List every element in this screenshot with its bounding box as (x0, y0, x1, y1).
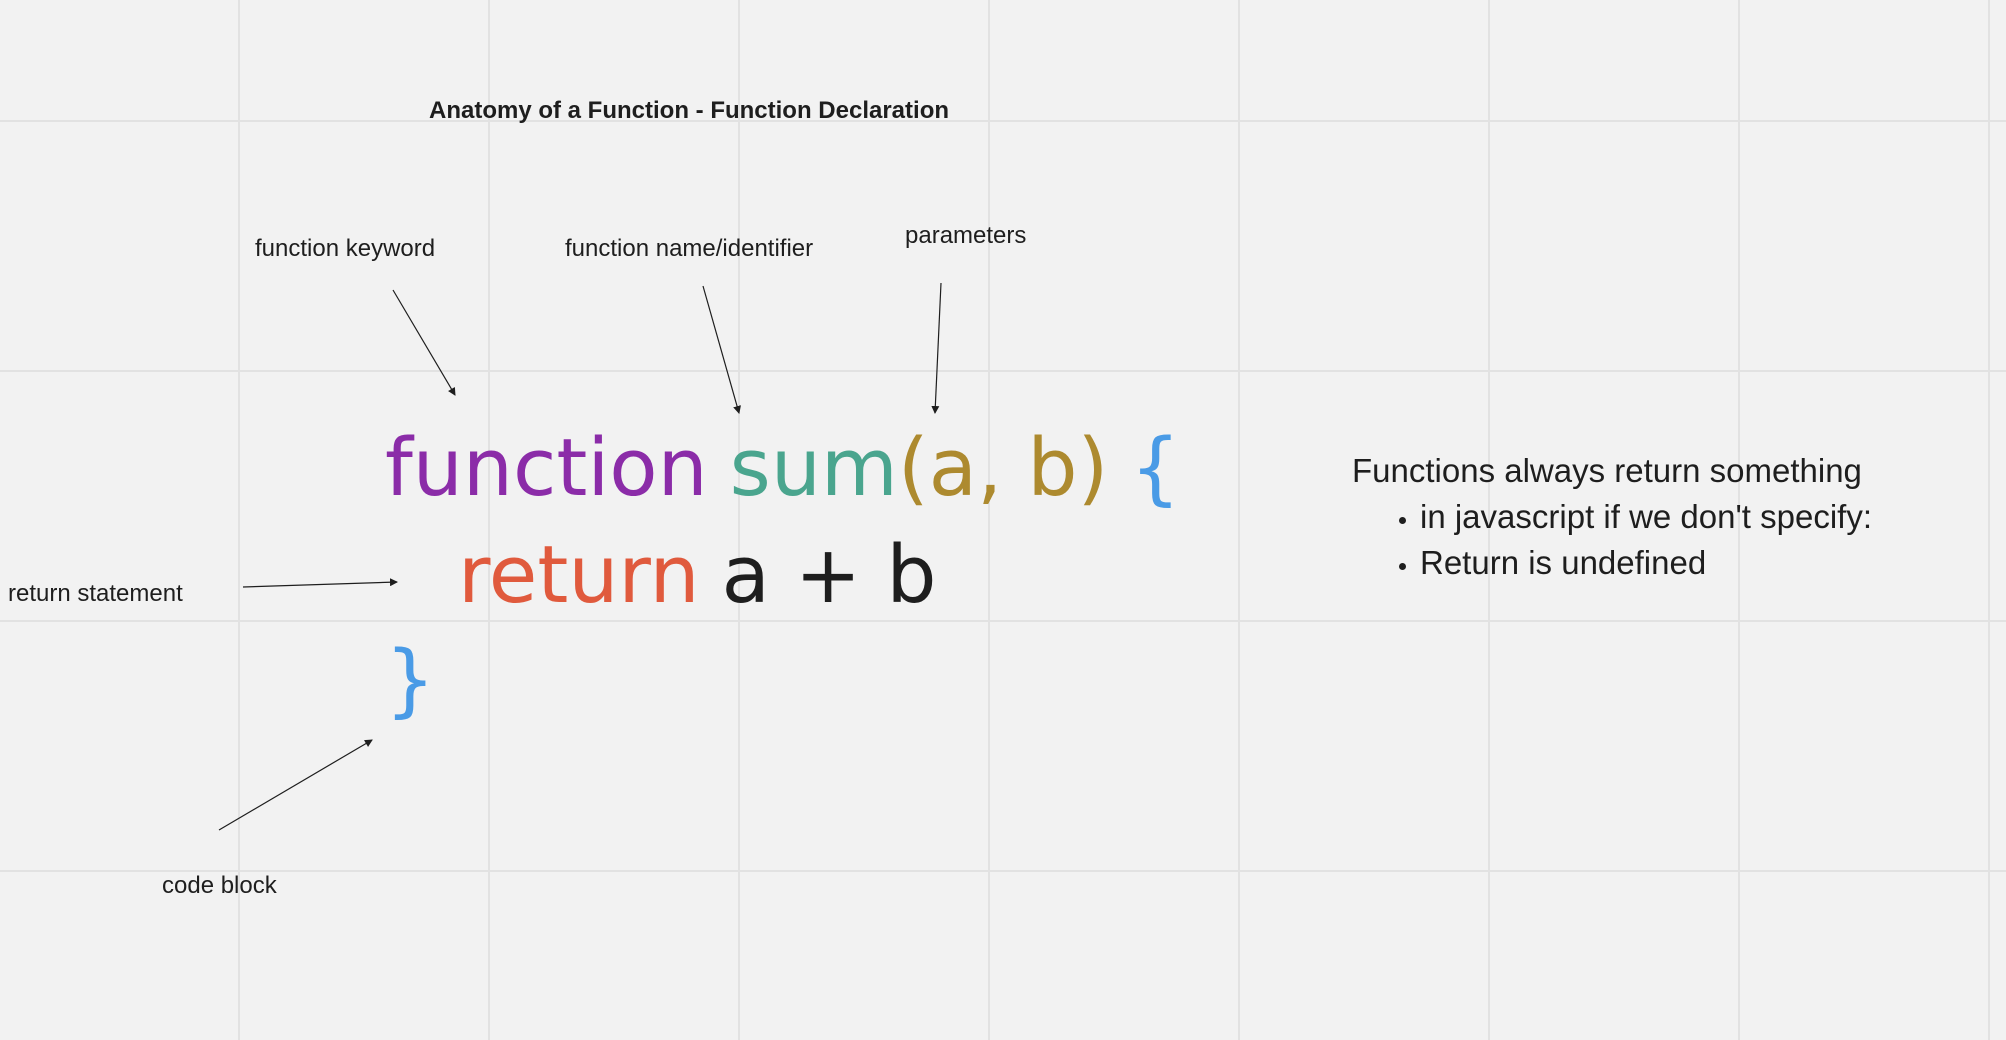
arrow-function-name (702, 285, 741, 414)
arrow-return-statement (242, 578, 398, 588)
annotation-arrows (218, 282, 942, 831)
arrow-function-keyword (392, 289, 456, 396)
whiteboard-canvas[interactable]: Anatomy of a Function - Function Declara… (0, 0, 2006, 1040)
arrow-code-block (218, 739, 373, 831)
arrow-parameters (931, 282, 942, 414)
